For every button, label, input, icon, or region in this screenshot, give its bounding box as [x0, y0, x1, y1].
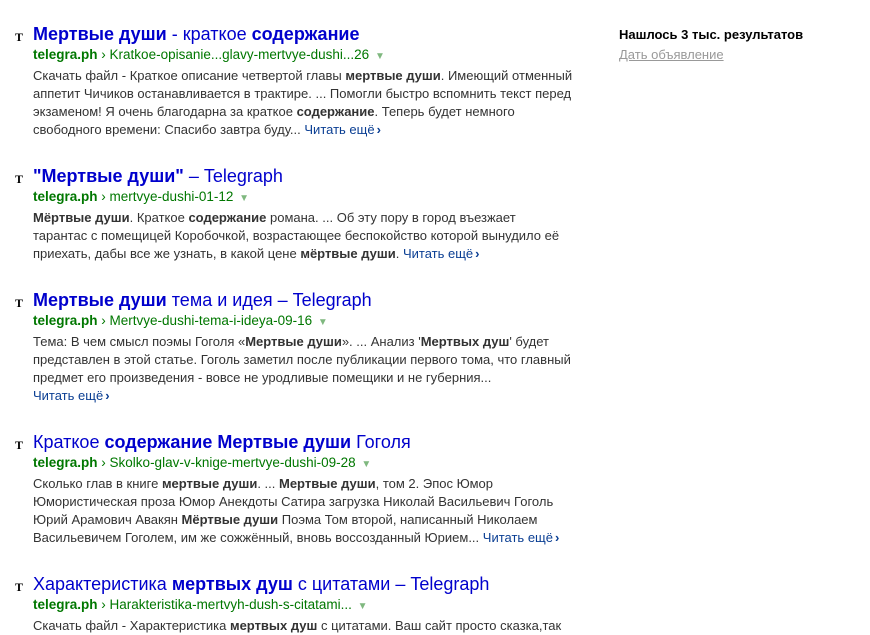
url-separator-icon: ›	[101, 597, 106, 612]
result-title-link[interactable]: Мертвые души тема и идея – Telegraph	[33, 288, 573, 312]
url-separator-icon: ›	[101, 313, 106, 328]
result-domain-link[interactable]: telegra.ph	[33, 597, 98, 612]
result-url: telegra.ph › Kratkoe-opisanie...glavy-me…	[33, 46, 573, 66]
read-more-label: Читать ещё	[402, 246, 474, 261]
chevron-right-icon: ›	[105, 388, 110, 403]
chevron-right-icon: ›	[376, 122, 381, 137]
snippet-text: Тема: В чем смысл поэмы Гоголя «Мертвые …	[33, 334, 571, 385]
read-more-link[interactable]: Читать ещё ›	[33, 388, 110, 403]
search-results: Т Мертвые души - краткое содержание tele…	[0, 22, 600, 635]
result-domain-link[interactable]: telegra.ph	[33, 189, 98, 204]
search-result: Т Мертвые души тема и идея – Telegraph t…	[0, 288, 573, 405]
url-separator-icon: ›	[101, 455, 106, 470]
result-path-link[interactable]: mertvye-dushi-01-12	[110, 189, 234, 204]
result-url: telegra.ph › Skolko-glav-v-knige-mertvye…	[33, 454, 573, 474]
result-snippet: Скачать файл - Характеристика мертвых ду…	[33, 617, 573, 635]
telegraph-favicon-icon: Т	[14, 438, 23, 452]
results-sidebar: Нашлось 3 тыс. результатов Дать объявлен…	[619, 26, 859, 64]
chevron-right-icon: ›	[554, 530, 560, 545]
result-title-link[interactable]: Краткое содержание Мертвые души Гоголя	[33, 430, 573, 454]
snippet-text: Скачать файл - Краткое описание четверто…	[33, 68, 573, 137]
url-separator-icon: ›	[101, 47, 106, 62]
search-result: Т "Мертвые души" – Telegraph telegra.ph …	[0, 164, 573, 263]
telegraph-favicon-icon: Т	[14, 580, 23, 594]
advertise-link[interactable]: Дать объявление	[619, 46, 724, 64]
search-result: Т Краткое содержание Мертвые души Гоголя…	[0, 430, 573, 547]
result-snippet: Сколько глав в книге мертвые души. ... М…	[33, 475, 573, 547]
read-more-label: Читать ещё	[482, 530, 553, 545]
result-snippet: Тема: В чем смысл поэмы Гоголя «Мертвые …	[33, 333, 573, 405]
read-more-label: Читать ещё	[304, 122, 375, 137]
result-url: telegra.ph › mertvye-dushi-01-12 ▼	[33, 188, 573, 208]
dropdown-arrow-icon[interactable]: ▼	[361, 459, 371, 470]
snippet-text: Скачать файл - Характеристика мертвых ду…	[33, 618, 562, 633]
result-domain-link[interactable]: telegra.ph	[33, 455, 98, 470]
result-domain-link[interactable]: telegra.ph	[33, 47, 98, 62]
telegraph-favicon-icon: Т	[14, 30, 23, 44]
result-path-link[interactable]: Kratkoe-opisanie...glavy-mertvye-dushi..…	[110, 47, 370, 62]
result-title-link[interactable]: "Мертвые души" – Telegraph	[33, 164, 573, 188]
result-path-link[interactable]: Skolko-glav-v-knige-mertvye-dushi-09-28	[110, 455, 356, 470]
result-snippet: Мёртвые души. Краткое содержание романа.…	[33, 209, 573, 263]
dropdown-arrow-icon[interactable]: ▼	[239, 193, 249, 204]
result-url: telegra.ph › Harakteristika-mertvyh-dush…	[33, 596, 573, 616]
snippet-text: Сколько глав в книге мертвые души. ... М…	[33, 476, 554, 545]
read-more-link[interactable]: Читать ещё ›	[483, 530, 560, 545]
snippet-text: Мёртвые души. Краткое содержание романа.…	[33, 210, 560, 261]
result-title-link[interactable]: Характеристика мертвых душ с цитатами – …	[33, 572, 573, 596]
result-snippet: Скачать файл - Краткое описание четверто…	[33, 67, 573, 139]
read-more-link[interactable]: Читать ещё ›	[403, 246, 480, 261]
result-path-link[interactable]: Harakteristika-mertvyh-dush-s-citatami..…	[110, 597, 352, 612]
search-result: Т Характеристика мертвых душ с цитатами …	[0, 572, 573, 635]
dropdown-arrow-icon[interactable]: ▼	[358, 601, 368, 612]
read-more-label: Читать ещё	[33, 388, 104, 403]
dropdown-arrow-icon[interactable]: ▼	[375, 51, 385, 62]
chevron-right-icon: ›	[475, 246, 480, 261]
result-url: telegra.ph › Mertvye-dushi-tema-i-ideya-…	[33, 312, 573, 332]
dropdown-arrow-icon[interactable]: ▼	[318, 317, 328, 328]
search-result: Т Мертвые души - краткое содержание tele…	[0, 22, 573, 139]
telegraph-favicon-icon: Т	[14, 296, 23, 310]
result-domain-link[interactable]: telegra.ph	[33, 313, 98, 328]
result-title-link[interactable]: Мертвые души - краткое содержание	[33, 22, 573, 46]
results-count: Нашлось 3 тыс. результатов	[619, 27, 804, 42]
result-path-link[interactable]: Mertvye-dushi-tema-i-ideya-09-16	[110, 313, 313, 328]
url-separator-icon: ›	[101, 189, 106, 204]
telegraph-favicon-icon: Т	[14, 172, 23, 186]
read-more-link[interactable]: Читать ещё ›	[304, 122, 381, 137]
